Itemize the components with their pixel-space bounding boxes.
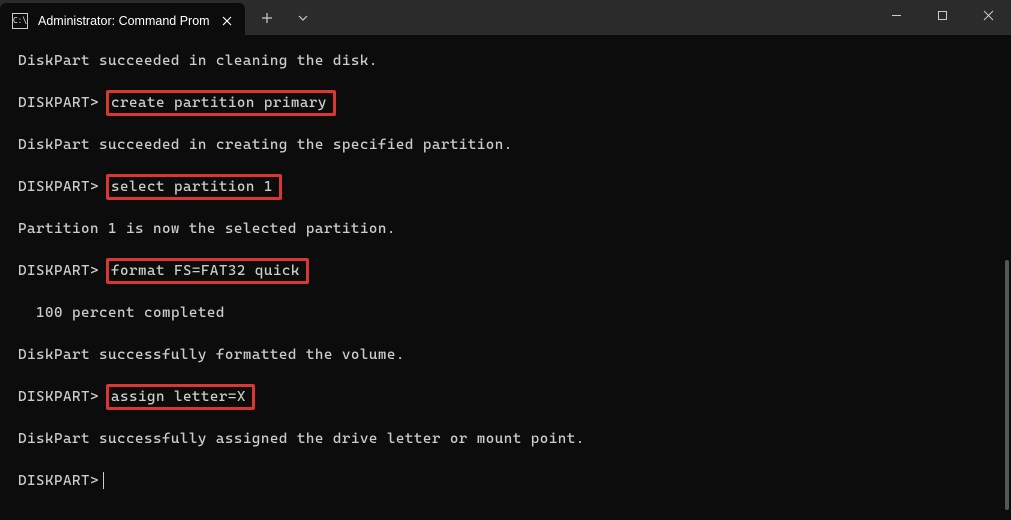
prompt: DISKPART>	[18, 95, 108, 111]
maximize-icon	[937, 10, 948, 21]
terminal-line: DISKPART> select partition 1	[18, 177, 993, 198]
terminal-line: 100 percent completed	[18, 303, 993, 324]
prompt: DISKPART>	[18, 179, 108, 195]
terminal-line: DISKPART> assign letter=X	[18, 387, 993, 408]
minimize-icon	[891, 10, 902, 21]
terminal-line: DiskPart successfully assigned the drive…	[18, 429, 993, 450]
cmd-icon: C:\	[12, 13, 28, 29]
titlebar: C:\ Administrator: Command Promp	[0, 0, 1011, 35]
tab-actions	[245, 0, 319, 35]
highlighted-command: format FS=FAT32 quick	[106, 258, 309, 284]
tab-active[interactable]: C:\ Administrator: Command Promp	[0, 3, 245, 38]
terminal-line: DISKPART> format FS=FAT32 quick	[18, 261, 993, 282]
highlighted-command: assign letter=X	[106, 384, 255, 410]
terminal-line: DiskPart succeeded in cleaning the disk.	[18, 51, 993, 72]
terminal-output[interactable]: DiskPart succeeded in cleaning the disk.…	[0, 35, 1011, 502]
cursor	[103, 472, 104, 489]
highlighted-command: create partition primary	[106, 90, 336, 116]
minimize-button[interactable]	[873, 0, 919, 30]
tab-close-button[interactable]	[219, 13, 235, 29]
close-icon	[983, 10, 994, 21]
chevron-down-icon	[297, 14, 309, 22]
tab-dropdown-button[interactable]	[287, 2, 319, 34]
prompt: DISKPART>	[18, 389, 108, 405]
new-tab-button[interactable]	[251, 2, 283, 34]
terminal-line: DiskPart succeeded in creating the speci…	[18, 135, 993, 156]
scrollbar[interactable]	[1005, 260, 1009, 510]
prompt: DISKPART>	[18, 263, 108, 279]
tabs: C:\ Administrator: Command Promp	[0, 0, 245, 35]
terminal-line: Partition 1 is now the selected partitio…	[18, 219, 993, 240]
tab-title: Administrator: Command Promp	[38, 14, 209, 28]
terminal-line: DiskPart successfully formatted the volu…	[18, 345, 993, 366]
terminal-line: DISKPART> create partition primary	[18, 93, 993, 114]
titlebar-left: C:\ Administrator: Command Promp	[0, 0, 319, 35]
highlighted-command: select partition 1	[106, 174, 282, 200]
terminal-line: DISKPART>	[18, 471, 993, 492]
plus-icon	[261, 12, 273, 24]
close-icon	[222, 16, 232, 26]
window-controls	[873, 0, 1011, 35]
prompt: DISKPART>	[18, 473, 99, 489]
close-button[interactable]	[965, 0, 1011, 30]
maximize-button[interactable]	[919, 0, 965, 30]
